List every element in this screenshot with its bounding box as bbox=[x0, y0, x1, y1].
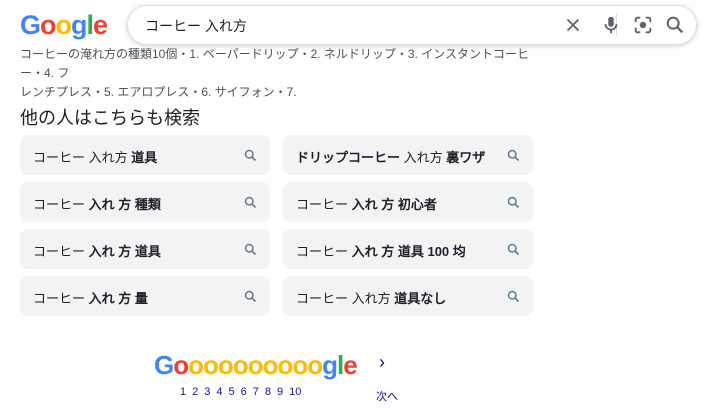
search-icon[interactable] bbox=[664, 14, 686, 36]
search-icon bbox=[244, 243, 257, 256]
search-icon bbox=[507, 243, 520, 256]
google-logo[interactable]: Google bbox=[20, 10, 108, 41]
pagination-logo-letter: o bbox=[247, 350, 264, 380]
search-input[interactable]: コーヒー 入れ方 bbox=[145, 16, 247, 36]
search-icon bbox=[244, 149, 257, 162]
search-icon bbox=[507, 149, 520, 162]
related-searches-title: 他の人はこちらも検索 bbox=[20, 108, 200, 128]
pagination-logo-letter: g bbox=[322, 350, 338, 380]
related-search-chip[interactable]: コーヒー 入れ 方 道具 100 均 bbox=[283, 229, 533, 269]
pagination-logo-letter: o bbox=[232, 350, 249, 380]
page-number-link[interactable]: 4 bbox=[216, 386, 222, 398]
related-search-chip[interactable]: コーヒー 入れ方 道具 bbox=[20, 135, 270, 175]
logo-letter: G bbox=[20, 10, 41, 40]
pagination-logo-letter: o bbox=[173, 350, 189, 380]
pagination-logo-letter: e bbox=[343, 350, 358, 380]
page-number-link[interactable]: 6 bbox=[241, 386, 247, 398]
related-search-label: ドリップコーヒー 入れ方 裏ワザ bbox=[296, 150, 486, 165]
related-search-label: コーヒー 入れ 方 道具 bbox=[33, 244, 161, 259]
logo-letter: e bbox=[93, 10, 108, 40]
snippet-line: コーヒーの淹れ方の種類10個・1. ペーパードリップ・2. ネルドリップ・3. … bbox=[20, 47, 530, 80]
page-number-link[interactable]: 7 bbox=[253, 386, 259, 398]
related-search-label: コーヒー 入れ 方 量 bbox=[33, 291, 148, 306]
search-icon bbox=[507, 290, 520, 303]
related-search-label: コーヒー 入れ 方 種類 bbox=[33, 197, 161, 212]
related-search-chip[interactable]: コーヒー 入れ 方 初心者 bbox=[283, 182, 533, 222]
camera-lens-icon[interactable] bbox=[632, 14, 654, 36]
search-icon bbox=[244, 196, 257, 209]
pagination-logo-letter: o bbox=[307, 350, 323, 380]
page-numbers: 1 2 3 4 5 6 7 8 9 10 bbox=[180, 386, 307, 398]
close-icon[interactable] bbox=[562, 14, 584, 36]
related-search-chip[interactable]: コーヒー 入れ 方 道具 bbox=[20, 229, 270, 269]
page-number-link[interactable]: 9 bbox=[277, 386, 283, 398]
pagination-logo-letter: o bbox=[262, 350, 279, 380]
logo-letter: o bbox=[40, 10, 56, 40]
logo-letter: o bbox=[55, 10, 72, 40]
pagination-logo-letter: o bbox=[188, 350, 204, 380]
pagination-logo-letter: o bbox=[217, 350, 234, 380]
page-number-link[interactable]: 8 bbox=[265, 386, 271, 398]
page-number-link[interactable]: 10 bbox=[289, 386, 301, 398]
next-page-link[interactable]: 次へ bbox=[376, 388, 398, 404]
pagination-logo-letter: G bbox=[154, 350, 174, 380]
related-search-label: コーヒー 入れ 方 道具 100 均 bbox=[296, 244, 466, 259]
pagination-logo: Goooooooooogle bbox=[154, 350, 358, 381]
related-search-label: コーヒー 入れ方 道具 bbox=[33, 150, 158, 165]
related-search-chip[interactable]: ドリップコーヒー 入れ方 裏ワザ bbox=[283, 135, 533, 175]
page-number-link[interactable]: 2 bbox=[192, 386, 198, 398]
pagination-logo-letter: o bbox=[292, 350, 308, 380]
microphone-icon[interactable] bbox=[600, 14, 622, 36]
page-number-link: 1 bbox=[180, 386, 187, 398]
search-icon bbox=[244, 290, 257, 303]
related-search-chip[interactable]: コーヒー 入れ方 道具なし bbox=[283, 276, 533, 316]
pagination-logo-letter: o bbox=[277, 350, 293, 380]
next-page-arrow[interactable]: › bbox=[379, 352, 385, 373]
search-icon bbox=[507, 196, 520, 209]
search-box[interactable]: コーヒー 入れ方 bbox=[127, 5, 697, 45]
related-search-chip[interactable]: コーヒー 入れ 方 量 bbox=[20, 276, 270, 316]
related-search-label: コーヒー 入れ 方 初心者 bbox=[296, 197, 437, 212]
page-number-link[interactable]: 3 bbox=[204, 386, 210, 398]
pagination-logo-letter: o bbox=[203, 350, 219, 380]
related-search-chip[interactable]: コーヒー 入れ 方 種類 bbox=[20, 182, 270, 222]
page-number-link[interactable]: 5 bbox=[229, 386, 235, 398]
related-search-label: コーヒー 入れ方 道具なし bbox=[296, 291, 447, 306]
snippet-line: レンチプレス・5. エアロプレス・6. サイフォン・7. bbox=[20, 85, 297, 99]
logo-letter: g bbox=[71, 10, 87, 40]
result-snippet: コーヒーの淹れ方の種類10個・1. ペーパードリップ・2. ネルドリップ・3. … bbox=[20, 45, 540, 102]
